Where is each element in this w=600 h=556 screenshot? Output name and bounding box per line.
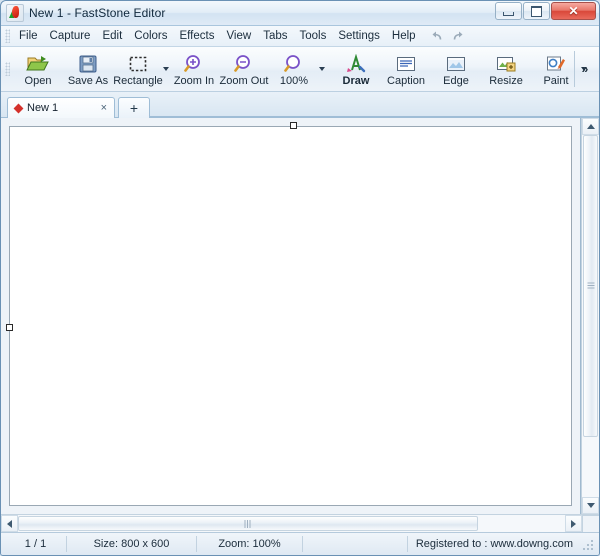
draw-button[interactable]: Draw — [331, 48, 381, 91]
zoom-out-button[interactable]: Zoom Out — [219, 48, 269, 91]
left-middle-handle[interactable] — [6, 324, 13, 331]
menu-item-help[interactable]: Help — [386, 28, 422, 44]
title-bar[interactable]: New 1 - FastStone Editor ✕ — [1, 1, 599, 26]
scrollbar-corner — [582, 515, 599, 532]
status-size-indicator: Size: 800 x 600 — [67, 536, 197, 552]
window-title: New 1 - FastStone Editor — [29, 6, 166, 20]
menu-item-settings[interactable]: Settings — [332, 28, 386, 44]
status-zoom-indicator: Zoom: 100% — [197, 536, 303, 552]
magnifier-icon — [282, 53, 306, 75]
horizontal-scrollbar[interactable] — [1, 514, 599, 532]
vertical-scrollbar[interactable] — [581, 118, 599, 514]
edge-effect-icon — [444, 53, 468, 75]
magnifier-minus-icon — [232, 53, 256, 75]
scroll-right-arrow[interactable] — [565, 515, 582, 532]
menu-drag-grip[interactable] — [5, 29, 10, 43]
close-button[interactable]: ✕ — [551, 2, 596, 20]
edge-button[interactable]: Edge — [431, 48, 481, 91]
resize-image-icon — [494, 53, 518, 75]
edge-button-label: Edge — [443, 74, 469, 87]
zoom-dropdown-arrow[interactable] — [319, 50, 325, 88]
window-controls: ✕ — [495, 2, 596, 20]
image-canvas[interactable] — [9, 126, 572, 506]
window-resize-grip[interactable] — [583, 537, 596, 551]
zoom-in-button[interactable]: Zoom In — [169, 48, 219, 91]
tab-close-icon[interactable]: × — [100, 102, 108, 114]
status-spacer — [303, 536, 408, 552]
menu-item-colors[interactable]: Colors — [128, 28, 173, 44]
menu-item-tabs[interactable]: Tabs — [257, 28, 293, 44]
menu-bar: File Capture Edit Colors Effects View Ta… — [1, 26, 599, 47]
rectangle-button[interactable]: Rectangle — [113, 48, 163, 91]
save-as-button[interactable]: Save As — [63, 48, 113, 91]
toolbar-overflow-button[interactable]: » — [575, 47, 595, 91]
open-folder-icon — [26, 53, 50, 75]
open-button[interactable]: Open — [13, 48, 63, 91]
rectangle-button-label: Rectangle — [113, 74, 163, 87]
horizontal-scroll-thumb[interactable] — [18, 516, 478, 531]
magnifier-plus-icon — [182, 53, 206, 75]
scroll-left-arrow[interactable] — [1, 515, 18, 532]
caption-icon — [394, 53, 418, 75]
horizontal-scroll-track[interactable] — [18, 515, 565, 532]
zoom-out-button-label: Zoom Out — [219, 74, 269, 87]
zoom-in-button-label: Zoom In — [173, 74, 215, 87]
menu-item-tools[interactable]: Tools — [293, 28, 332, 44]
tab-bar-filler — [150, 92, 599, 117]
application-window: New 1 - FastStone Editor ✕ File Capture … — [0, 0, 600, 556]
vertical-scroll-track[interactable] — [582, 135, 599, 497]
new-tab-button[interactable]: + — [118, 97, 150, 118]
scroll-down-arrow[interactable] — [582, 497, 599, 514]
paint-brush-icon — [544, 53, 568, 75]
paint-button-label: Paint — [543, 74, 569, 87]
unsaved-diamond-icon — [13, 103, 24, 113]
status-page-indicator: 1 / 1 — [5, 536, 67, 552]
resize-button[interactable]: Resize — [481, 48, 531, 91]
open-button-label: Open — [24, 74, 52, 87]
top-center-handle[interactable] — [290, 122, 297, 129]
menu-item-view[interactable]: View — [220, 28, 257, 44]
vertical-scroll-thumb[interactable] — [583, 135, 598, 437]
save-as-button-label: Save As — [67, 74, 109, 87]
document-tab-bar: New 1 × + — [1, 92, 599, 118]
menu-item-effects[interactable]: Effects — [174, 28, 221, 44]
status-registration-text: Registered to : www.downg.com — [415, 538, 573, 550]
caption-button-label: Caption — [387, 74, 425, 87]
tab-label: New 1 — [27, 102, 59, 114]
minimize-icon — [496, 3, 521, 19]
caption-button[interactable]: Caption — [381, 48, 431, 91]
undo-redo-group — [430, 30, 465, 42]
maximize-icon — [524, 3, 549, 19]
resize-button-label: Resize — [489, 74, 523, 87]
menu-item-capture[interactable]: Capture — [44, 28, 97, 44]
close-icon: ✕ — [568, 4, 579, 18]
status-bar: 1 / 1 Size: 800 x 600 Zoom: 100% Registe… — [1, 532, 599, 555]
scroll-up-arrow[interactable] — [582, 118, 599, 135]
editor-area — [1, 118, 599, 514]
draw-pencil-icon — [344, 53, 368, 75]
minimize-button[interactable] — [495, 2, 522, 20]
menu-item-edit[interactable]: Edit — [96, 28, 128, 44]
tab-new-1[interactable]: New 1 × — [7, 97, 115, 118]
horizontal-thumb-grip — [244, 519, 252, 528]
undo-icon[interactable] — [430, 30, 444, 42]
floppy-disk-icon — [76, 53, 100, 75]
zoom-100-button-label: 100% — [279, 74, 309, 87]
marquee-selection-icon — [126, 53, 150, 75]
draw-button-label: Draw — [342, 74, 370, 87]
zoom-100-button[interactable]: 100% — [269, 48, 319, 91]
canvas-viewport[interactable] — [1, 118, 581, 514]
redo-icon[interactable] — [451, 30, 465, 42]
toolbar-drag-grip[interactable] — [5, 62, 10, 76]
faststone-logo-icon — [6, 4, 24, 22]
vertical-thumb-grip — [587, 282, 594, 290]
menu-item-file[interactable]: File — [13, 28, 44, 44]
maximize-button[interactable] — [523, 2, 550, 20]
main-toolbar: Open Save As Rectangle Zoom In Zoom Out … — [1, 47, 599, 92]
